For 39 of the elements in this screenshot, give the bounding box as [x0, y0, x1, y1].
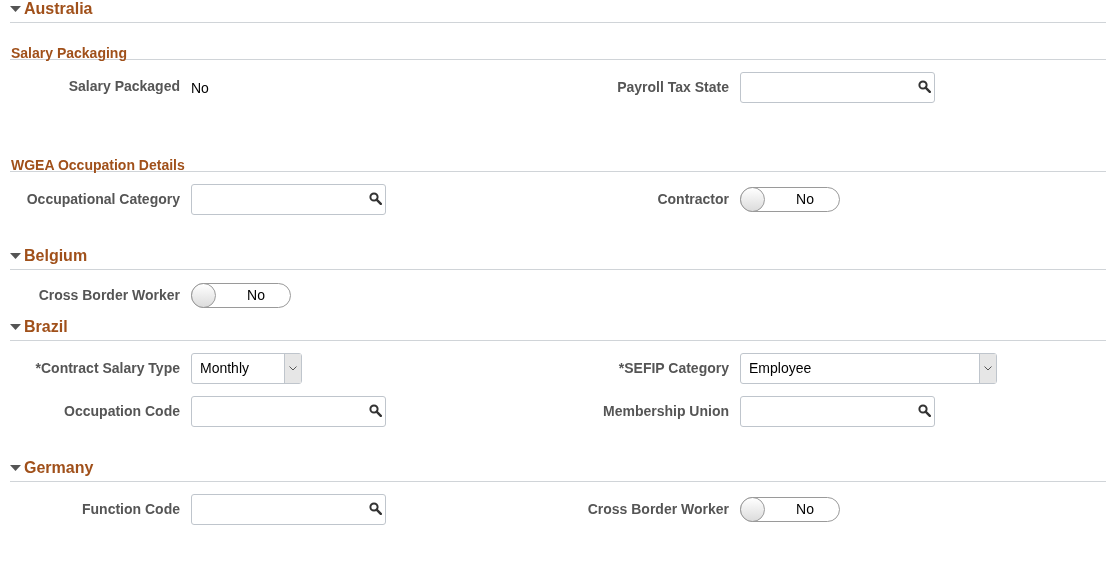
field-label: Cross Border Worker [586, 500, 729, 519]
section-header[interactable]: Germany [10, 459, 94, 477]
search-icon[interactable] [369, 404, 382, 417]
section-header[interactable]: Belgium [10, 247, 88, 265]
field-label: Occupation Code [63, 402, 180, 421]
search-icon[interactable] [369, 502, 382, 515]
section-header[interactable]: Brazil [10, 318, 68, 336]
lookup-field[interactable] [191, 184, 386, 215]
field-label: Function Code [81, 500, 180, 519]
field-label: Occupational Category [25, 190, 180, 209]
caret-down-icon [10, 323, 21, 331]
toggle-switch[interactable]: No [191, 282, 291, 308]
lookup-field[interactable] [740, 72, 935, 103]
lookup-field[interactable] [191, 396, 386, 427]
dropdown[interactable]: Employee [740, 353, 997, 384]
field-label: Payroll Tax State [616, 78, 729, 97]
field-label: Contractor [656, 190, 729, 209]
search-icon[interactable] [918, 404, 931, 417]
subsection-title: WGEA Occupation Details [10, 157, 185, 173]
field-label: Cross Border Worker [37, 285, 180, 305]
field-value: No [191, 78, 209, 96]
lookup-field[interactable] [740, 396, 935, 427]
caret-down-icon [10, 5, 21, 13]
search-icon[interactable] [918, 80, 931, 93]
caret-down-icon [10, 252, 21, 260]
field-label: *SEFIP Category [617, 359, 729, 378]
chevron-down-icon [289, 366, 297, 371]
toggle-switch[interactable]: No [740, 187, 840, 212]
field-label: Salary Packaged [67, 76, 180, 96]
caret-down-icon [10, 464, 21, 472]
chevron-down-icon [984, 366, 992, 371]
toggle-switch[interactable]: No [740, 497, 840, 522]
lookup-field[interactable] [191, 494, 386, 525]
field-label: Membership Union [602, 402, 729, 421]
field-label: *Contract Salary Type [34, 359, 180, 378]
dropdown[interactable]: Monthly [191, 353, 302, 384]
section-header[interactable]: Australia [10, 0, 93, 18]
subsection-title: Salary Packaging [10, 45, 127, 61]
search-icon[interactable] [369, 192, 382, 205]
